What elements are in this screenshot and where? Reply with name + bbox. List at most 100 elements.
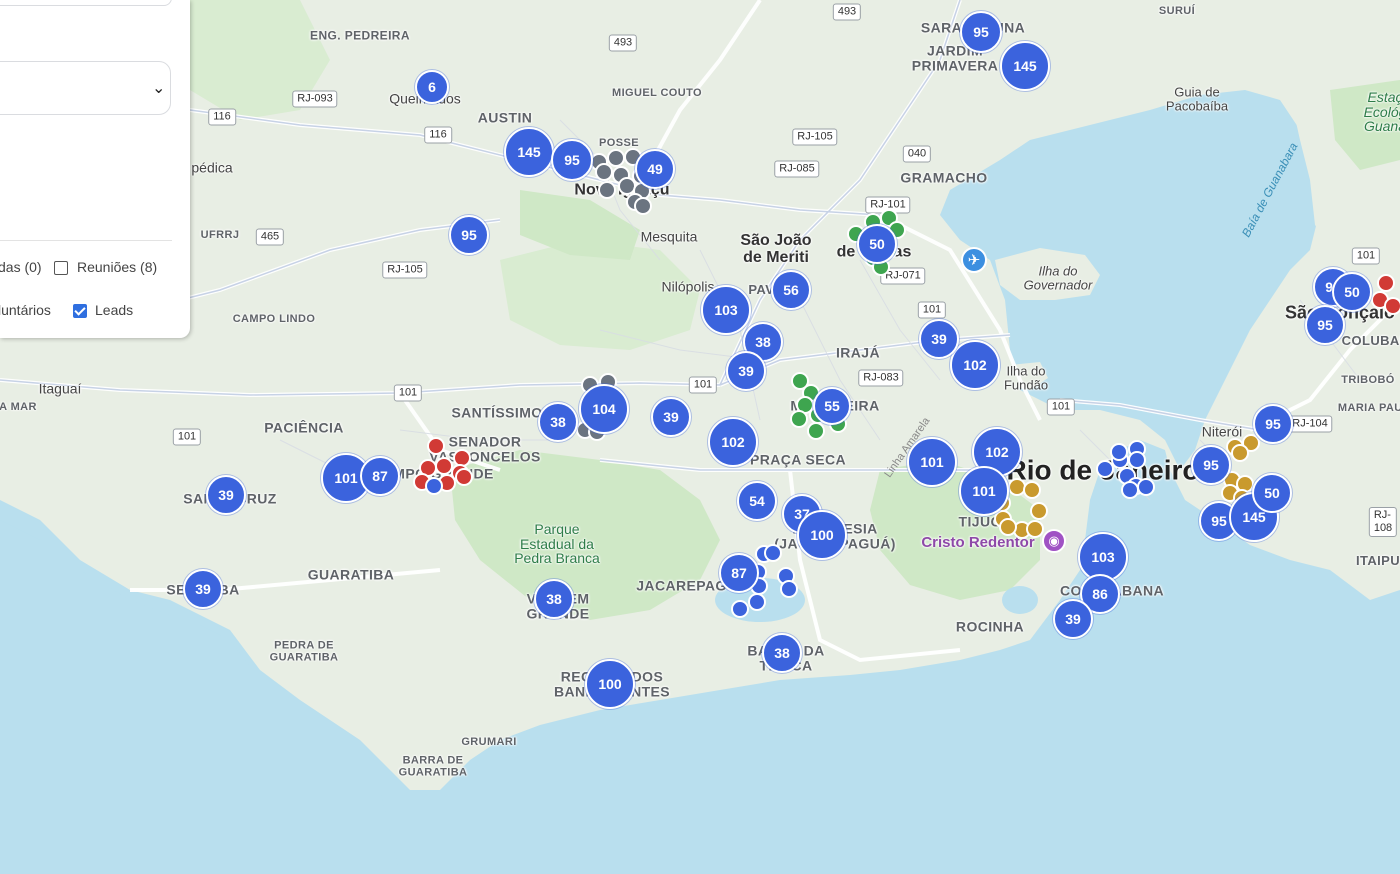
filter-label-voluntarios[interactable]: luntários [0,302,51,318]
map-point-marker[interactable] [1384,297,1400,315]
map-point-marker[interactable] [1026,520,1044,538]
label-pedra-guaratiba: PEDRA DE GUARATIBA [269,639,339,663]
cluster-marker[interactable]: 95 [551,139,593,181]
road-shield: 101 [393,384,423,402]
cluster-marker[interactable]: 50 [1252,473,1292,513]
filter-panel: ⌄ das (0) Reuniões (8) luntários Leads [0,0,190,338]
camera-icon[interactable]: ◉ [1042,529,1066,553]
cluster-marker[interactable]: 39 [919,319,959,359]
label-iraja: IRAJÁ [835,344,881,361]
label-campo-lindo: CAMPO LINDO [232,313,316,326]
cluster-marker[interactable]: 38 [534,579,574,619]
cluster-marker[interactable]: 87 [360,456,400,496]
cluster-marker[interactable]: 104 [579,384,629,434]
cluster-marker[interactable]: 87 [719,553,759,593]
cluster-marker[interactable]: 39 [183,569,223,609]
cluster-marker[interactable]: 145 [1000,41,1050,91]
map-point-marker[interactable] [748,593,766,611]
label-nilopolis: Nilópolis [661,278,715,295]
cluster-marker[interactable]: 50 [1332,272,1372,312]
reunioes-checkbox[interactable] [54,261,68,275]
map-point-marker[interactable] [634,197,652,215]
label-sao-joao: São João de Meriti [740,232,812,266]
road-shield: 101 [1046,398,1076,416]
cluster-marker[interactable]: 101 [907,437,957,487]
map-point-marker[interactable] [595,163,613,181]
map-point-marker[interactable] [1023,481,1041,499]
label-ufrrj: UFRRJ [200,229,240,242]
filter-label-das[interactable]: das (0) [0,259,42,275]
cluster-marker[interactable]: 39 [726,351,766,391]
label-guaratiba: GUARATIBA [307,566,395,583]
map-point-marker[interactable] [731,600,749,618]
chevron-down-icon[interactable]: ⌄ [152,78,165,97]
label-mesquita: Mesquita [640,228,698,245]
label-barra-guaratiba: BARRA DE GUARATIBA [398,754,468,778]
map-point-marker[interactable] [790,410,808,428]
cluster-marker[interactable]: 95 [1191,445,1231,485]
airport-icon[interactable]: ✈ [961,247,987,273]
map-point-marker[interactable] [427,437,445,455]
cluster-marker[interactable]: 38 [538,402,578,442]
map-point-marker[interactable] [780,580,798,598]
cluster-marker[interactable]: 6 [415,70,449,104]
panel-divider [0,240,172,241]
road-shield: RJ-083 [858,369,904,387]
map-point-marker[interactable] [1128,451,1146,469]
map-point-marker[interactable] [598,181,616,199]
cluster-marker[interactable]: 101 [959,466,1009,516]
map-point-marker[interactable] [807,422,825,440]
label-surui: SURUÍ [1158,5,1196,18]
map-point-marker[interactable] [455,468,473,486]
label-santissimo: SANTÍSSIMO [451,404,543,421]
cluster-marker[interactable]: 50 [857,224,897,264]
cluster-marker[interactable]: 49 [635,149,675,189]
road-shield: 493 [608,34,638,52]
road-shield: RJ-104 [1287,415,1333,433]
label-ilha: Ilha do Governador [1023,263,1093,292]
map-point-marker[interactable] [764,544,782,562]
label-itaipu: ITAIPU [1355,553,1400,569]
cluster-marker[interactable]: 95 [960,11,1002,53]
cluster-marker[interactable]: 145 [504,127,554,177]
map-point-marker[interactable] [1030,502,1048,520]
label-miguel-couto: MIGUEL COUTO [612,87,702,100]
map-point-marker[interactable] [1231,444,1249,462]
map-point-marker[interactable] [1110,443,1128,461]
road-shield: RJ-093 [292,90,338,108]
label-maria-paula: MARIA PAULA [1337,402,1400,415]
cluster-marker[interactable]: 55 [813,387,851,425]
map-point-marker[interactable] [1137,478,1155,496]
label-paciencia: PACIÊNCIA [264,419,344,436]
label-ilha-fundao: Ilha do Fundão [1003,363,1049,392]
cluster-marker[interactable]: 39 [206,475,246,515]
cluster-marker[interactable]: 39 [651,397,691,437]
cluster-marker[interactable]: 95 [1305,305,1345,345]
cluster-marker[interactable]: 102 [950,340,1000,390]
road-shield: 101 [172,428,202,446]
map-point-marker[interactable] [425,477,443,495]
map-canvas[interactable] [0,0,1400,874]
filter-label-reunioes[interactable]: Reuniões (8) [77,259,157,275]
cluster-marker[interactable]: 56 [771,270,811,310]
filter-select[interactable] [0,61,171,115]
label-parque: Parque Estadual da Pedra Branca [514,520,600,567]
leads-checkbox[interactable] [73,304,87,318]
label-austin: AUSTIN [477,109,533,126]
map-point-marker[interactable] [1121,481,1139,499]
cluster-marker[interactable]: 100 [585,659,635,709]
map-point-marker[interactable] [1377,274,1395,292]
cluster-marker[interactable]: 95 [1253,404,1293,444]
cluster-marker[interactable]: 38 [762,633,802,673]
cluster-marker[interactable]: 103 [701,285,751,335]
road-shield: 465 [255,228,285,246]
cluster-marker[interactable]: 102 [708,417,758,467]
cluster-marker[interactable]: 95 [449,215,489,255]
filter-label-leads[interactable]: Leads [95,302,133,318]
top-input-field[interactable] [0,0,172,6]
cluster-marker[interactable]: 39 [1053,599,1093,639]
cluster-marker[interactable]: 54 [737,481,777,521]
cluster-marker[interactable]: 100 [797,510,847,560]
map-point-marker[interactable] [999,518,1017,536]
label-grumari: GRUMARI [461,736,517,749]
